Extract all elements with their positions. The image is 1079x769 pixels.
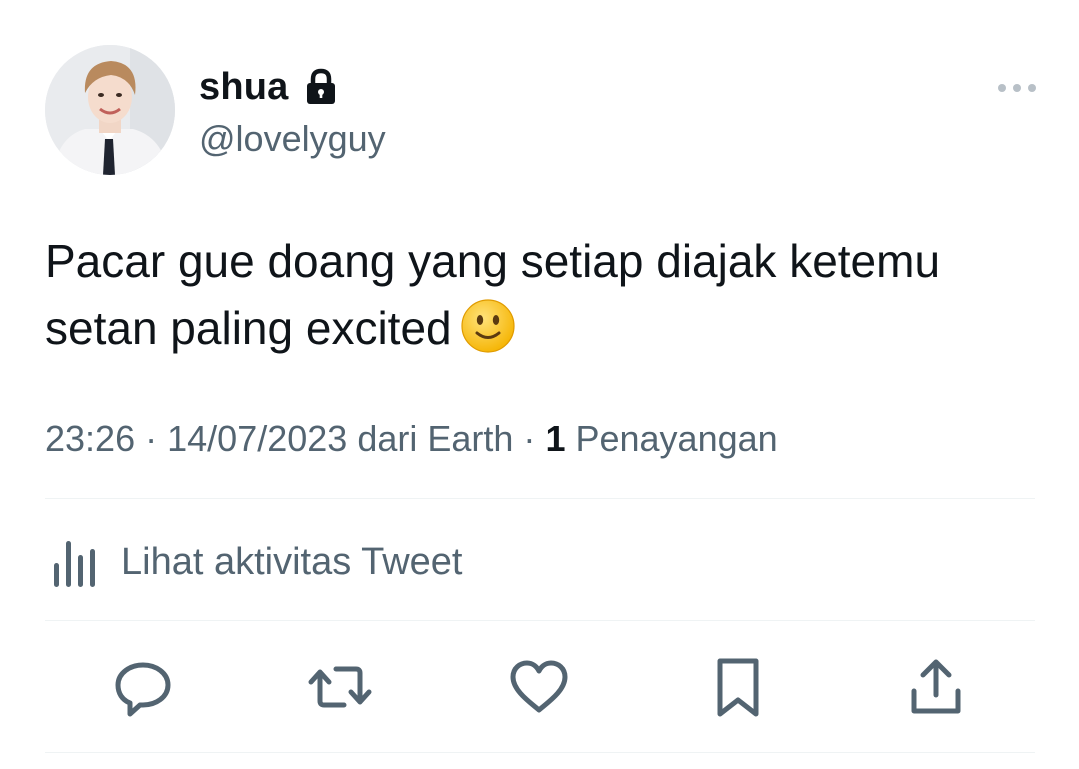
slightly-smiling-face-icon [460, 298, 516, 354]
tweet-date[interactable]: 14/07/2023 [167, 418, 347, 459]
display-name[interactable]: shua [199, 66, 289, 109]
activity-label: Lihat aktivitas Tweet [121, 540, 463, 583]
tweet-source: dari Earth [357, 418, 514, 459]
retweet-button[interactable] [308, 655, 372, 719]
retweet-icon [308, 655, 372, 719]
lock-icon [305, 68, 337, 106]
tweet-text: Pacar gue doang yang setiap diajak ketem… [45, 228, 1045, 362]
meta-separator: · [145, 418, 158, 459]
share-icon [904, 655, 968, 719]
share-button[interactable] [904, 655, 968, 719]
analytics-icon [45, 535, 101, 589]
tweet-time[interactable]: 23:26 [45, 418, 135, 459]
meta-separator: · [523, 418, 536, 459]
tweet-activity-link[interactable]: Lihat aktivitas Tweet [45, 530, 462, 594]
reply-icon [111, 655, 175, 719]
user-handle[interactable]: @lovelyguy [199, 118, 386, 160]
more-options-icon[interactable] [996, 78, 1038, 98]
author-name-row: shua [199, 62, 337, 112]
views-count: 1 [545, 418, 566, 459]
divider [45, 498, 1035, 499]
avatar[interactable] [45, 45, 175, 175]
bookmark-icon [706, 655, 770, 719]
tweet-meta: 23:26 · 14/07/2023 dari Earth · 1 Penaya… [45, 418, 778, 460]
views-label: Penayangan [575, 418, 778, 459]
like-button[interactable] [507, 655, 571, 719]
bookmark-button[interactable] [706, 655, 770, 719]
reply-button[interactable] [111, 655, 175, 719]
avatar-image [45, 45, 175, 175]
divider [45, 620, 1035, 621]
heart-icon [507, 655, 571, 719]
divider [45, 752, 1035, 753]
